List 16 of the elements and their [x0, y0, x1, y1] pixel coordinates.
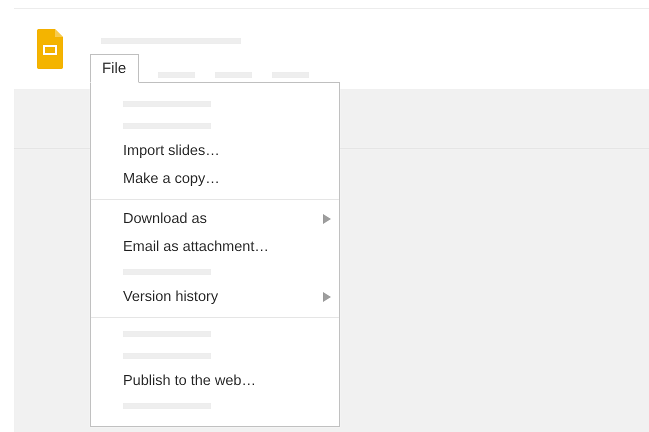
menu-item[interactable]: Download as: [91, 205, 339, 233]
menu-item-label: Make a copy…: [123, 171, 220, 187]
menu-item-label: Download as: [123, 211, 207, 227]
menu-item[interactable]: Version history: [91, 283, 339, 311]
submenu-arrow-icon: [323, 214, 331, 224]
menu-item[interactable]: Import slides…: [91, 137, 339, 165]
menu-item[interactable]: Make a copy…: [91, 165, 339, 193]
slides-logo-icon: [37, 29, 63, 69]
menu-item-label: Import slides…: [123, 143, 220, 159]
menu-item[interactable]: Email as attachment…: [91, 233, 339, 261]
menu-item-label: Version history: [123, 289, 218, 305]
menu-item-label: Publish to the web…: [123, 373, 256, 389]
menu-item-label: Email as attachment…: [123, 239, 269, 255]
menu-item[interactable]: Publish to the web…: [91, 367, 339, 395]
file-menu-tab[interactable]: File: [90, 54, 140, 83]
submenu-arrow-icon: [323, 292, 331, 302]
